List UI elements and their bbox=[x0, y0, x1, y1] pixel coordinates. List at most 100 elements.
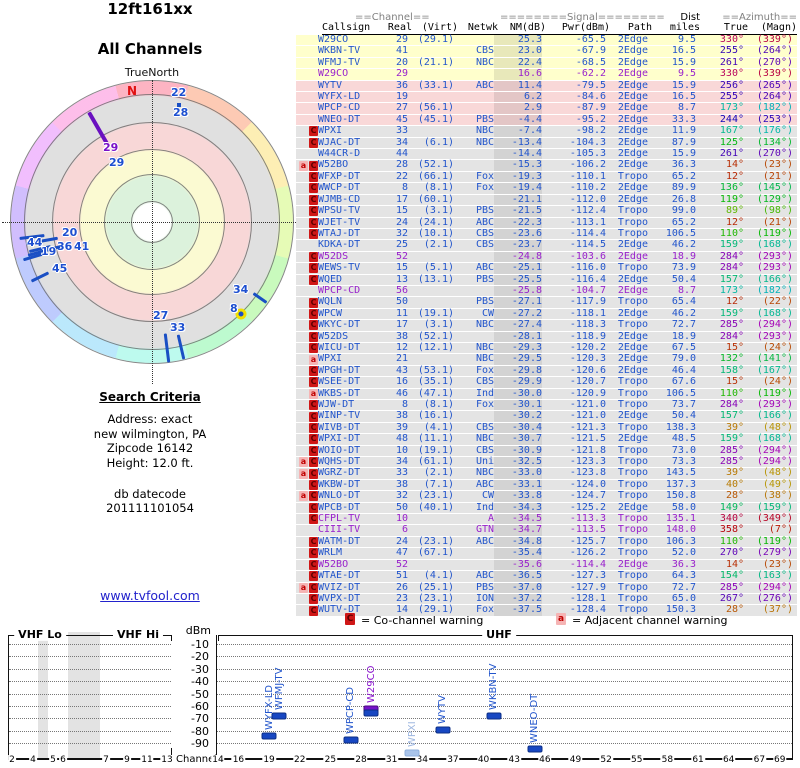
table-cell: 2Edge bbox=[617, 250, 648, 262]
table-cell: (52.1) bbox=[417, 330, 454, 342]
table-cell: WPXI bbox=[318, 353, 343, 365]
table-row: C WPSU-TV 15 (3.1) PBS -21.5 -112.4 Tropo 99.0 89… bbox=[296, 205, 797, 218]
channel-tick-label: 14 bbox=[211, 755, 225, 765]
table-cell: (264°) bbox=[756, 45, 793, 57]
table-cell: -116.0 bbox=[569, 262, 606, 274]
table-cell: WJMB-CD bbox=[318, 193, 361, 205]
channel-tick-label: 2 bbox=[8, 755, 16, 765]
warning-icons: C bbox=[296, 423, 318, 434]
warning-icons: C bbox=[296, 365, 318, 376]
table-cell: (52.1) bbox=[417, 159, 454, 171]
table-cell bbox=[408, 560, 454, 570]
adjacent-channel-warning-icon: a bbox=[299, 468, 308, 479]
table-cell: (11.1) bbox=[417, 433, 454, 445]
table-cell: 46 bbox=[395, 387, 408, 399]
uhf-left-border bbox=[216, 635, 217, 759]
co-channel-warning-icon: C bbox=[309, 297, 318, 308]
co-channel-warning-icon: C bbox=[309, 343, 318, 354]
table-cell: 2Edge bbox=[617, 56, 648, 68]
table-cell: 33 bbox=[395, 467, 408, 479]
co-channel-warning-icon: C bbox=[309, 491, 318, 502]
table-cell: 285° bbox=[719, 444, 744, 456]
channel-tick-label: 19 bbox=[262, 755, 276, 765]
table-cell: (129°) bbox=[756, 193, 793, 205]
table-cell: (2.1) bbox=[423, 467, 454, 479]
table-cell: Tropo bbox=[617, 547, 648, 559]
table-row: C WWCP-DT 8 (8.1) Fox -19.4 -110.2 2Edge 89.9 136… bbox=[296, 182, 797, 195]
table-cell: (265°) bbox=[756, 79, 793, 91]
table-cell: 18.9 bbox=[671, 330, 696, 342]
table-cell: 285° bbox=[719, 581, 744, 593]
warning-icons bbox=[296, 58, 318, 68]
table-cell: -105.3 bbox=[569, 148, 606, 160]
table-cell bbox=[408, 252, 454, 262]
table-cell: -117.9 bbox=[569, 296, 606, 308]
table-cell bbox=[408, 69, 454, 79]
channel-tick-label: 16 bbox=[231, 755, 246, 765]
table-cell: -121.0 bbox=[569, 399, 606, 410]
tvfool-link[interactable]: www.tvfool.com bbox=[0, 588, 300, 603]
table-cell: (339°) bbox=[756, 34, 793, 45]
table-cell: 50 bbox=[395, 501, 408, 513]
table-cell: WKYC-DT bbox=[318, 319, 361, 331]
table-cell: 159° bbox=[719, 307, 744, 319]
table-cell: A bbox=[487, 513, 494, 525]
table-cell: -27.1 bbox=[494, 296, 542, 308]
table-cell: WJW-DT bbox=[318, 399, 355, 410]
table-cell: -120.7 bbox=[569, 376, 606, 388]
table-cell: (60.1) bbox=[417, 193, 454, 205]
table-cell: -120.6 bbox=[569, 364, 606, 376]
table-cell: -126.2 bbox=[569, 547, 606, 559]
table-cell: -121.0 bbox=[569, 410, 606, 422]
table-cell: 2Edge bbox=[617, 193, 648, 205]
radar-subtitle: All Channels bbox=[97, 40, 203, 58]
table-cell: 125° bbox=[719, 136, 744, 148]
table-cell: 20 bbox=[395, 56, 408, 68]
table-cell: -62.2 bbox=[575, 68, 606, 80]
table-cell: -125.2 bbox=[569, 501, 606, 513]
table-cell: -33.0 bbox=[494, 467, 542, 479]
table-cell: 8.7 bbox=[677, 284, 696, 296]
signal-callsign-label: WKBN-TV bbox=[488, 663, 500, 710]
table-cell: 110° bbox=[719, 227, 744, 239]
table-cell: -7.4 bbox=[494, 125, 542, 137]
table-cell: 8 bbox=[401, 399, 408, 410]
table-cell: (23.1) bbox=[417, 490, 454, 502]
table-cell: 24 bbox=[395, 216, 408, 228]
table-cell: 72.7 bbox=[671, 581, 696, 593]
signal-callsign-label: WYFX-LD bbox=[263, 685, 275, 731]
table-cell: (270°) bbox=[756, 56, 793, 68]
table-cell: (21°) bbox=[762, 170, 793, 182]
channel-tick-label: 61 bbox=[691, 755, 705, 765]
table-cell: 46.2 bbox=[671, 239, 696, 251]
channel-tick-label: 5 bbox=[49, 755, 57, 765]
table-cell: -33.8 bbox=[494, 490, 542, 502]
channel-tick-label: 6 bbox=[59, 755, 67, 765]
warning-icons: C bbox=[296, 480, 318, 491]
table-cell: (40.1) bbox=[417, 501, 454, 513]
table-cell: Tropo bbox=[617, 535, 648, 547]
co-channel-warning-icon: C bbox=[309, 537, 318, 548]
warning-icons: C bbox=[296, 251, 318, 262]
warning-icons: C bbox=[296, 411, 318, 422]
table-cell: -113.3 bbox=[569, 513, 606, 525]
warning-icons bbox=[296, 35, 318, 45]
table-cell: CBS bbox=[475, 376, 494, 388]
table-cell: 270° bbox=[719, 547, 744, 559]
table-cell: 58.0 bbox=[671, 501, 696, 513]
table-cell: 2Edge bbox=[617, 239, 648, 251]
table-cell: 284° bbox=[719, 330, 744, 342]
warning-icons: aC bbox=[296, 582, 318, 593]
signal-marker bbox=[363, 709, 379, 717]
radar-channel-label: 41 bbox=[74, 240, 90, 253]
signal-callsign-label: WPCP-CD bbox=[345, 687, 357, 735]
table-cell: (294°) bbox=[756, 319, 793, 331]
table-cell: 167° bbox=[719, 125, 744, 137]
table-cell bbox=[408, 286, 454, 296]
table-cell: 23.0 bbox=[494, 45, 542, 57]
table-cell: 13 bbox=[395, 273, 408, 285]
table-cell: 39° bbox=[725, 421, 744, 433]
table-cell: 72.7 bbox=[671, 319, 696, 331]
table-cell: Fox bbox=[475, 399, 494, 410]
table-cell bbox=[454, 411, 494, 421]
